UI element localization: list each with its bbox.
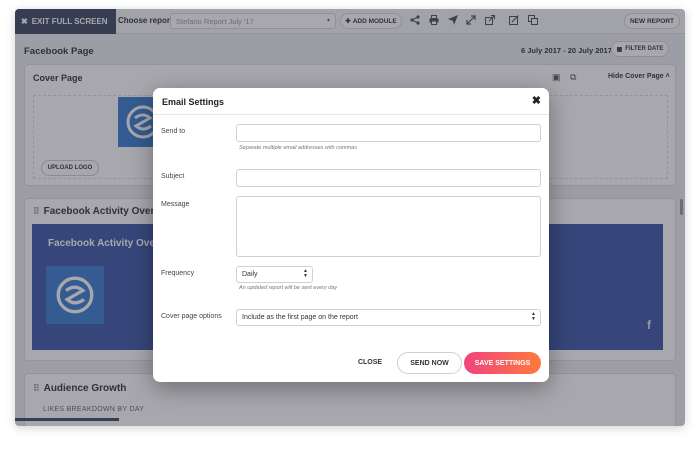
frequency-hint: An updated report will be sent every day bbox=[239, 285, 338, 291]
subject-label: Subject bbox=[161, 173, 185, 180]
scrollbar-thumb[interactable] bbox=[680, 199, 683, 215]
close-icon[interactable]: ✖ bbox=[532, 94, 541, 107]
send-now-label: SEND NOW bbox=[410, 359, 449, 367]
send-now-button[interactable]: SEND NOW bbox=[397, 352, 462, 374]
cover-options-label: Cover page options bbox=[161, 313, 222, 320]
save-settings-button[interactable]: SAVE SETTINGS bbox=[464, 352, 541, 374]
close-button-label: CLOSE bbox=[357, 358, 383, 366]
modal-title: Email Settings bbox=[162, 97, 225, 107]
save-settings-label: SAVE SETTINGS bbox=[474, 359, 531, 367]
close-button[interactable]: CLOSE bbox=[353, 354, 387, 370]
cover-options-select[interactable]: Include as the first page on the report … bbox=[236, 309, 541, 326]
updown-arrows-icon: ▲ ▼ bbox=[303, 268, 308, 279]
frequency-select[interactable]: Daily ▲ ▼ bbox=[236, 266, 313, 283]
send-to-input[interactable] bbox=[236, 124, 541, 142]
frequency-select-value: Daily bbox=[242, 271, 258, 278]
cover-options-select-value: Include as the first page on the report bbox=[242, 314, 358, 321]
email-settings-modal: Email Settings ✖ Send to Separate multip… bbox=[153, 88, 549, 382]
message-textarea[interactable] bbox=[236, 196, 541, 257]
subject-input[interactable] bbox=[236, 169, 541, 187]
modal-divider bbox=[153, 114, 549, 115]
frequency-label: Frequency bbox=[161, 270, 195, 277]
updown-arrows-icon: ▲ ▼ bbox=[531, 311, 536, 322]
send-to-label: Send to bbox=[161, 128, 186, 135]
send-to-hint: Separate multiple email addresses with c… bbox=[239, 145, 357, 151]
message-label: Message bbox=[161, 201, 190, 208]
